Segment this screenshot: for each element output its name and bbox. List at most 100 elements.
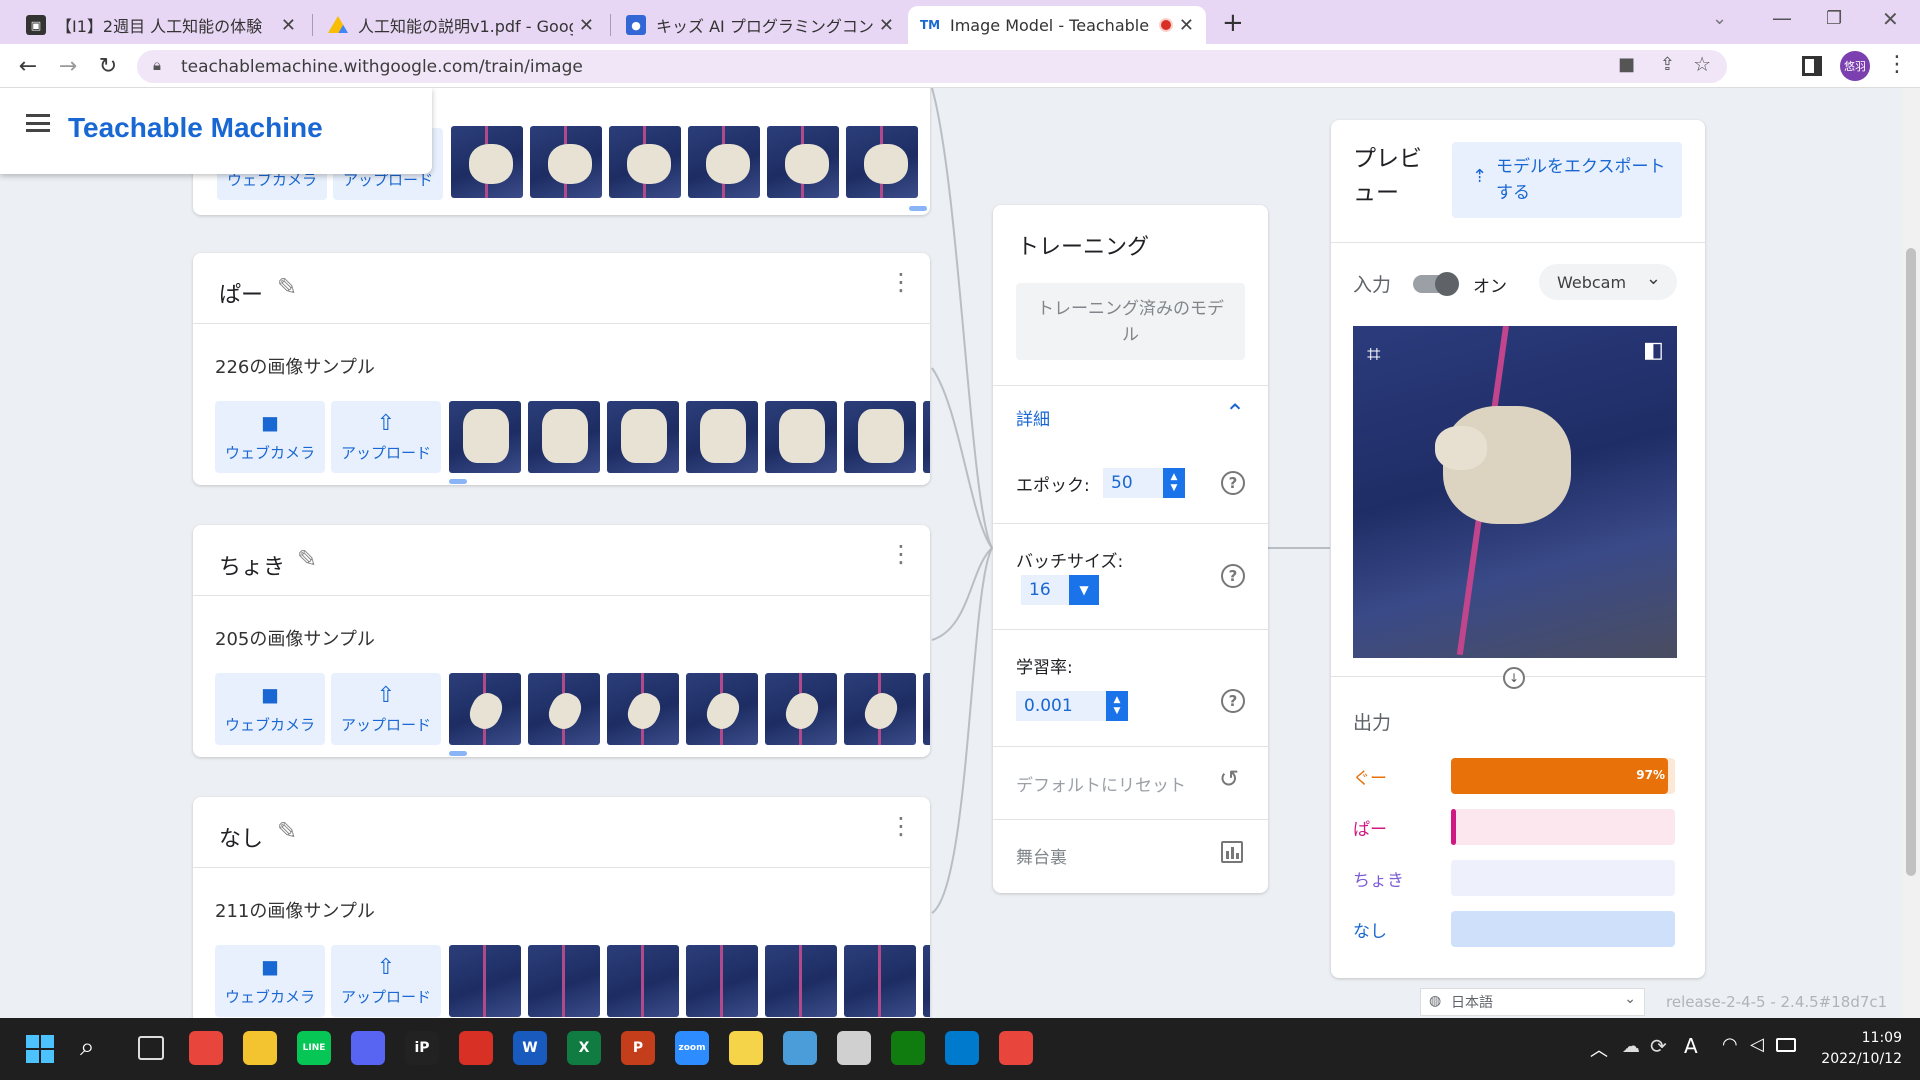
sample-thumbnail[interactable] <box>765 673 837 745</box>
sample-thumbnail[interactable] <box>923 401 930 473</box>
learning-rate-stepper[interactable]: ▲ ▼ <box>1106 691 1128 721</box>
forward-arrow-icon[interactable]: → <box>52 50 84 82</box>
class-name[interactable]: ぱー <box>219 277 263 309</box>
onedrive-icon[interactable]: ☁ <box>1622 1036 1640 1057</box>
side-panel-icon[interactable] <box>1802 56 1822 76</box>
sample-thumbnail[interactable] <box>844 945 916 1017</box>
bookmark-star-icon[interactable]: ☆ <box>1693 52 1711 76</box>
acrobat-icon[interactable] <box>459 1031 493 1065</box>
sample-thumbnail[interactable] <box>607 945 679 1017</box>
edit-pencil-icon[interactable]: ✎ <box>297 545 317 573</box>
reload-icon[interactable]: ↻ <box>92 50 124 82</box>
sample-thumbnail[interactable] <box>844 401 916 473</box>
snipping-tool-icon[interactable] <box>837 1031 871 1065</box>
upload-button[interactable]: ⇧ アップロード <box>331 673 441 745</box>
webcam-button[interactable]: ◼ ウェブカメラ <box>215 673 325 745</box>
discord-icon[interactable] <box>351 1031 385 1065</box>
sample-thumbnail[interactable] <box>530 126 602 198</box>
tray-chevron-icon[interactable]: ︿ <box>1590 1036 1608 1062</box>
sample-thumbnail[interactable] <box>449 401 521 473</box>
sample-thumbnail[interactable] <box>846 126 918 198</box>
sample-thumbnail[interactable] <box>451 126 523 198</box>
zoom-icon[interactable]: zoom <box>675 1031 709 1065</box>
minimize-button[interactable]: — <box>1772 6 1792 30</box>
sample-thumbnail[interactable] <box>449 673 521 745</box>
crop-icon[interactable]: ⌗ <box>1367 340 1381 368</box>
sample-thumbnail[interactable] <box>923 945 930 1017</box>
chrome-icon[interactable] <box>189 1031 223 1065</box>
browser-tab[interactable]: ▣ 【I1】2週目 人工知能の体験 ✕ <box>14 6 308 44</box>
volume-icon[interactable]: ◁ <box>1750 1034 1764 1055</box>
sample-thumbnail[interactable] <box>844 673 916 745</box>
sticky-notes-icon[interactable] <box>729 1031 763 1065</box>
restore-button[interactable]: ❐ <box>1826 8 1842 29</box>
sample-thumbnail[interactable] <box>607 673 679 745</box>
xbox-icon[interactable] <box>891 1031 925 1065</box>
sample-thumbnail[interactable] <box>688 126 760 198</box>
tab-search-icon[interactable]: ⌄ <box>1712 8 1727 29</box>
help-icon[interactable]: ? <box>1221 471 1245 495</box>
dropdown-arrow-icon[interactable]: ▼ <box>1069 575 1099 605</box>
input-toggle[interactable] <box>1413 272 1459 296</box>
webcam-button[interactable]: ◼ ウェブカメラ <box>215 945 325 1017</box>
chevron-up-icon[interactable]: ⌃ <box>1225 399 1245 427</box>
close-tab-icon[interactable]: ✕ <box>579 15 594 36</box>
sample-thumbnail[interactable] <box>528 401 600 473</box>
upload-button[interactable]: ⇧ アップロード <box>331 945 441 1017</box>
class-name[interactable]: ちょき <box>219 549 285 581</box>
sample-thumbnail[interactable] <box>765 401 837 473</box>
epochs-stepper[interactable]: ▲ ▼ <box>1163 468 1185 498</box>
page-scrollbar[interactable] <box>1902 88 1920 1018</box>
task-view-icon[interactable] <box>138 1036 164 1060</box>
new-tab-button[interactable]: + <box>1222 8 1244 38</box>
start-button[interactable] <box>26 1035 54 1063</box>
browser-tab[interactable]: 人工知能の説明v1.pdf - Google ドライブ ✕ <box>316 6 606 44</box>
sample-thumbnail[interactable] <box>528 945 600 1017</box>
share-icon[interactable]: ⇪ <box>1660 54 1675 75</box>
under-the-hood-button[interactable]: 舞台裏 <box>1016 843 1067 868</box>
ibis-icon[interactable]: iP <box>405 1031 439 1065</box>
strip-scrollbar[interactable] <box>449 751 467 756</box>
battery-icon[interactable] <box>1776 1038 1796 1052</box>
webcam-button[interactable]: ◼ ウェブカメラ <box>215 401 325 473</box>
sample-thumbnail[interactable] <box>767 126 839 198</box>
advanced-toggle[interactable]: 詳細 <box>1016 405 1050 430</box>
close-window-button[interactable]: ✕ <box>1882 7 1899 31</box>
more-options-icon[interactable]: ⋮ <box>889 542 913 566</box>
app-title[interactable]: Teachable Machine <box>68 112 323 144</box>
learning-rate-input[interactable]: 0.001 <box>1016 691 1108 721</box>
history-icon[interactable]: ↺ <box>1219 765 1239 793</box>
browser-tab-active[interactable]: TM Image Model - Teachable Machine ✕ <box>908 6 1206 44</box>
profile-avatar[interactable]: 悠羽 <box>1840 51 1870 81</box>
strip-scrollbar[interactable] <box>449 479 467 484</box>
sample-thumbnail[interactable] <box>686 673 758 745</box>
browser-menu-icon[interactable]: ⋮ <box>1886 52 1908 77</box>
help-icon[interactable]: ? <box>1221 689 1245 713</box>
hamburger-icon[interactable] <box>26 114 50 132</box>
ime-icon[interactable]: A <box>1684 1034 1698 1058</box>
class-name[interactable]: なし <box>219 821 263 853</box>
search-icon[interactable]: ⌕ <box>80 1032 95 1063</box>
camera-icon[interactable]: ■ <box>1618 54 1635 75</box>
sample-thumbnail[interactable] <box>607 401 679 473</box>
word-icon[interactable]: W <box>513 1031 547 1065</box>
export-model-button[interactable]: ⇡ モデルをエクスポートする <box>1452 142 1682 218</box>
chrome-profile-icon[interactable] <box>999 1031 1033 1065</box>
sample-thumbnail[interactable] <box>609 126 681 198</box>
excel-icon[interactable]: X <box>567 1031 601 1065</box>
more-options-icon[interactable]: ⋮ <box>889 270 913 294</box>
sample-thumbnail[interactable] <box>765 945 837 1017</box>
strip-scrollbar[interactable] <box>909 206 927 211</box>
sync-icon[interactable]: ⟳ <box>1650 1034 1667 1058</box>
sample-thumbnail[interactable] <box>923 673 930 745</box>
sample-thumbnail[interactable] <box>528 673 600 745</box>
edit-pencil-icon[interactable]: ✎ <box>277 817 297 845</box>
close-tab-icon[interactable]: ✕ <box>1179 15 1194 36</box>
help-icon[interactable]: ? <box>1221 564 1245 588</box>
browser-tab[interactable]: ● キッズ AI プログラミングコンテスト ✕ <box>614 6 906 44</box>
powerpoint-icon[interactable]: P <box>621 1031 655 1065</box>
bar-chart-icon[interactable] <box>1221 841 1243 863</box>
wifi-icon[interactable]: ◠ <box>1722 1034 1738 1055</box>
language-select[interactable]: ◍ 日本語 ⌄ <box>1420 988 1645 1016</box>
trained-model-button[interactable]: トレーニング済みのモデル <box>1016 283 1245 360</box>
